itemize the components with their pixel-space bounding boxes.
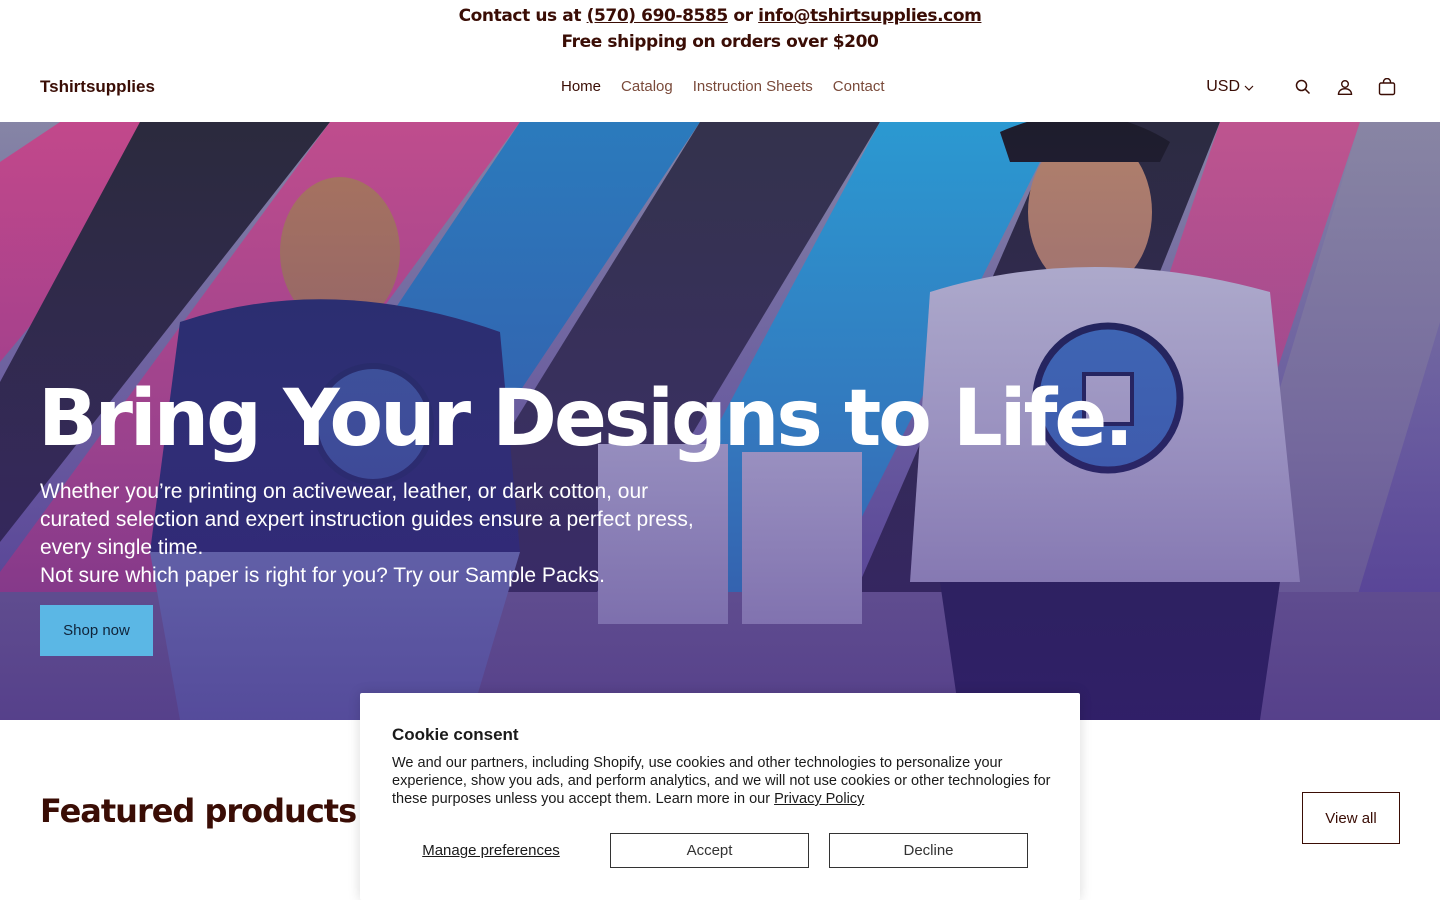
hero-banner: Bring Your Designs to Life. Whether you’…	[0, 122, 1440, 720]
cookie-body-text: We and our partners, including Shopify, …	[392, 755, 1051, 807]
site-logo[interactable]: Tshirtsupplies	[40, 77, 155, 97]
nav-home[interactable]: Home	[561, 78, 601, 95]
view-all-button[interactable]: View all	[1302, 792, 1400, 844]
decline-button[interactable]: Decline	[829, 833, 1028, 868]
nav-catalog[interactable]: Catalog	[621, 78, 673, 95]
accept-button[interactable]: Accept	[610, 833, 809, 868]
manage-preferences-button[interactable]: Manage preferences	[392, 833, 590, 868]
hero-subtitle: Whether you’re printing on activewear, l…	[40, 480, 694, 559]
phone-link[interactable]: (570) 690-8585	[587, 6, 729, 26]
cart-icon[interactable]	[1374, 74, 1400, 100]
hero-title: Bring Your Designs to Life.	[38, 374, 1134, 464]
cookie-consent-dialog: Cookie consent We and our partners, incl…	[360, 693, 1080, 900]
currency-label: USD	[1206, 78, 1240, 95]
currency-selector[interactable]: USD	[1206, 78, 1254, 96]
main-nav: Home Catalog Instruction Sheets Contact	[561, 78, 885, 95]
site-header: Tshirtsupplies Home Catalog Instruction …	[0, 62, 1440, 122]
email-link[interactable]: info@tshirtsupplies.com	[758, 6, 982, 26]
shipping-notice: Free shipping on orders over $200	[561, 32, 879, 52]
hero-subtitle-samples: Not sure which paper is right for you? T…	[40, 564, 605, 587]
search-icon[interactable]	[1290, 74, 1316, 100]
nav-contact[interactable]: Contact	[833, 78, 885, 95]
privacy-policy-link[interactable]: Privacy Policy	[774, 791, 864, 807]
contact-prefix: Contact us at	[458, 6, 582, 26]
nav-instruction-sheets[interactable]: Instruction Sheets	[693, 78, 813, 95]
shop-now-button[interactable]: Shop now	[40, 605, 153, 656]
cookie-body: We and our partners, including Shopify, …	[392, 754, 1052, 808]
contact-or: or	[733, 6, 753, 26]
featured-products-title: Featured products	[40, 792, 357, 830]
account-icon[interactable]	[1332, 74, 1358, 100]
announcement-bar: Contact us at (570) 690-8585 or info@tsh…	[0, 0, 1440, 62]
header-actions: USD	[1206, 74, 1400, 100]
chevron-down-icon	[1244, 85, 1254, 91]
contact-line: Contact us at (570) 690-8585 or info@tsh…	[0, 6, 1440, 26]
cookie-title: Cookie consent	[392, 725, 519, 744]
